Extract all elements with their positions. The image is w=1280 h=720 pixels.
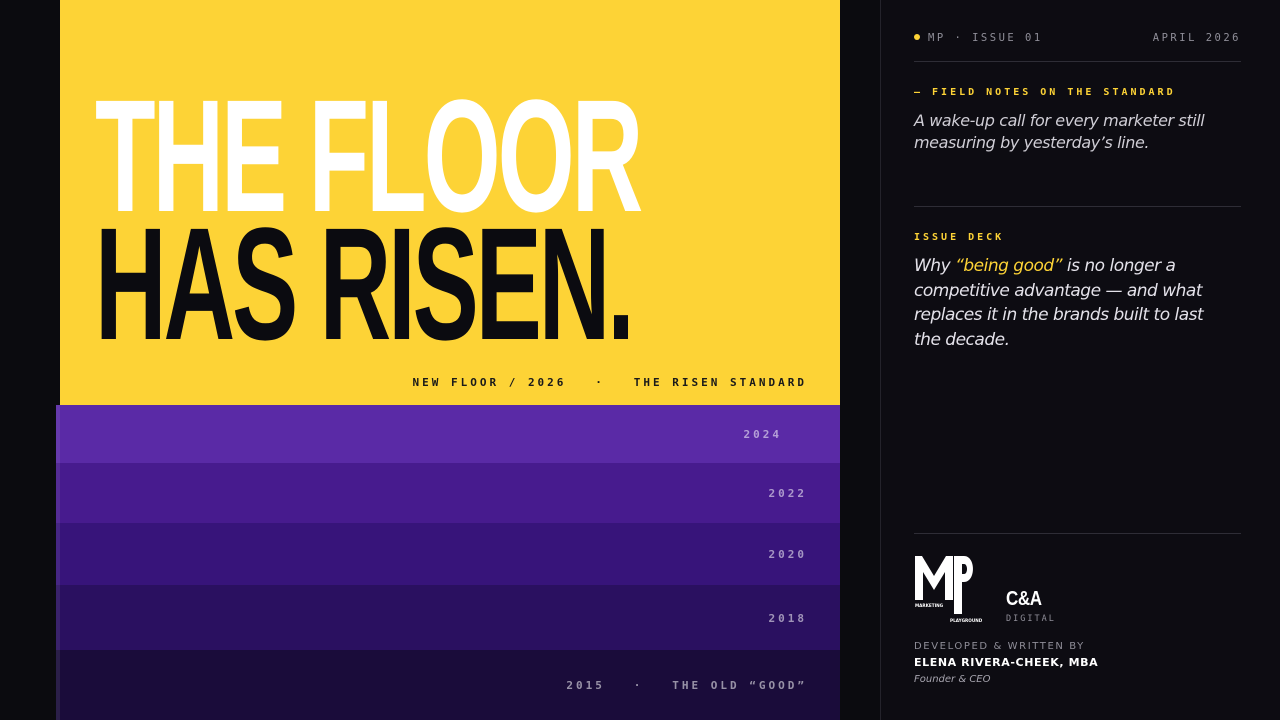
headline-line-2: HAS RISEN. [95, 194, 635, 373]
band-label: 2024 [743, 428, 782, 441]
cover-panel: THE FLOOR HAS RISEN. NEW FLOOR / 2026 · … [56, 0, 840, 720]
sidebar: MP · ISSUE 01 APRIL 2026 — FIELD NOTES O… [880, 0, 1280, 720]
deck-text-start: Why [914, 256, 956, 276]
band-2018: 2018 [56, 585, 840, 650]
author-name: ELENA RIVERA-CHEEK, MBA [914, 656, 1099, 669]
band-2022: 2022 [56, 463, 840, 523]
band-label: 2015 · THE OLD “GOOD” [566, 679, 807, 692]
credit-label: DEVELOPED & WRITTEN BY [914, 641, 1085, 652]
issue-deck-label: ISSUE DECK [914, 232, 1005, 243]
issue-deck-text: Why “being good” is no longer a competit… [914, 254, 1224, 352]
hero-banner: THE FLOOR HAS RISEN. NEW FLOOR / 2026 · … [60, 0, 840, 405]
dot-icon [914, 34, 920, 40]
band-2015: 2015 · THE OLD “GOOD” [56, 650, 840, 720]
field-note-text: A wake-up call for every marketer still … [914, 111, 1205, 152]
issue-date: APRIL 2026 [1152, 32, 1241, 44]
issue-number: MP · ISSUE 01 [928, 32, 1043, 44]
logo-bottom-text: PLAYGROUND [950, 618, 983, 623]
band-label: 2022 [768, 487, 807, 500]
author-role: Founder & CEO [914, 674, 991, 685]
field-notes-label: — FIELD NOTES ON THE STANDARD [914, 87, 1176, 98]
issue-info: MP · ISSUE 01 [914, 32, 1043, 44]
partner-logo-sub: DIGITAL [1006, 614, 1056, 624]
partner-logo-name: C&A [1006, 588, 1042, 610]
divider [914, 206, 1241, 207]
year-bands: 2024 2022 2020 2018 2015 · THE OLD “GOOD… [56, 405, 840, 720]
headline: THE FLOOR HAS RISEN. [95, 76, 643, 373]
hero-tagline: NEW FLOOR / 2026 · THE RISEN STANDARD [412, 376, 807, 389]
divider [914, 533, 1241, 534]
band-label: 2020 [768, 548, 807, 561]
deck-highlight: “being good” [955, 256, 1063, 276]
band-2024: 2024 [56, 405, 840, 463]
band-2020: 2020 [56, 523, 840, 585]
band-label: 2018 [768, 612, 807, 625]
mp-logo-icon: MARKETING PLAYGROUND [915, 556, 983, 623]
issue-meta: MP · ISSUE 01 APRIL 2026 [914, 32, 1241, 62]
logo-top-text: MARKETING [915, 603, 944, 608]
